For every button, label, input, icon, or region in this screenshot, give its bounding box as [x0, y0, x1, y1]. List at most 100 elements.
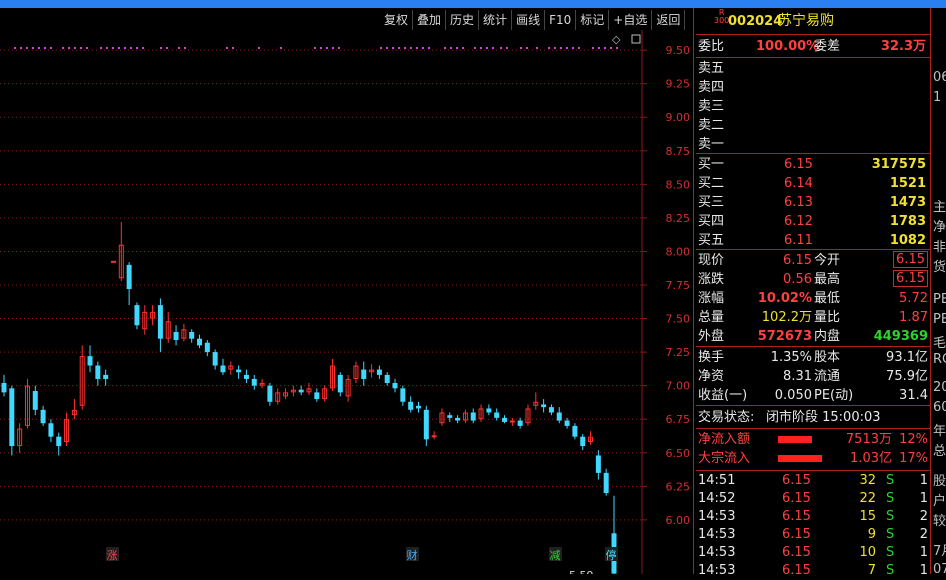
- event-dot: [610, 47, 612, 49]
- event-dot: [100, 47, 102, 49]
- candle-body: [126, 264, 132, 290]
- low-price-label: 5.59: [569, 569, 594, 574]
- event-dot: [416, 47, 418, 49]
- fuquan-button[interactable]: 复权: [380, 10, 414, 30]
- price-tick-label: 9.00: [666, 111, 691, 124]
- far-column-text: 20: [933, 380, 946, 395]
- event-dot: [124, 47, 126, 49]
- far-column-text: 净: [933, 220, 946, 235]
- price-tick-label: 6.50: [666, 447, 691, 460]
- back-button[interactable]: 返回: [652, 10, 686, 30]
- stat-label: 最高: [814, 272, 841, 287]
- event-dot: [520, 47, 522, 49]
- event-marker: 涨: [107, 549, 118, 562]
- sell-level-row: 卖一: [696, 135, 930, 154]
- far-column-text: 货: [933, 260, 946, 275]
- quote-stat-row: 现价 6.15 今开 6.15: [696, 251, 930, 270]
- buy-level-row: 买二 6.14 1521: [696, 174, 930, 193]
- fundamental-value: 75.9亿: [886, 369, 928, 384]
- candle-body: [204, 342, 210, 353]
- money-flow-bar: [778, 455, 822, 462]
- stat-label: 内盘: [814, 329, 841, 344]
- weibi-value: 100.00%: [756, 39, 820, 54]
- event-dot: [616, 47, 618, 49]
- event-marker: 财: [407, 548, 418, 562]
- panel-divider: [693, 8, 694, 574]
- price-tick-label: 6.25: [666, 480, 691, 493]
- tick-count: 1: [919, 563, 928, 578]
- kline-chart[interactable]: 9.50 9.25 9.00 8.75 8.50 8.25 8.00 7.75 7.50 7.25…: [0, 16, 693, 580]
- tick-side: S: [886, 509, 895, 524]
- add-watchlist-button[interactable]: +自选: [609, 10, 653, 30]
- tick-row: 14:53 6.15 10 S 1: [696, 544, 930, 562]
- quote-stat-row: 总量 102.2万 量比 1.87: [696, 308, 930, 327]
- candle-body: [103, 374, 109, 379]
- event-dot: [578, 47, 580, 49]
- tick-volume: 10: [859, 545, 876, 560]
- tick-price: 6.15: [782, 491, 811, 506]
- sell-level-row: 卖二: [696, 116, 930, 135]
- far-column-text: 主: [933, 200, 946, 215]
- event-dot: [160, 47, 162, 49]
- statistics-button[interactable]: 统计: [479, 10, 513, 30]
- trade-status-value: 闭市阶段 15:00:03: [766, 410, 881, 425]
- candle-body: [361, 369, 367, 379]
- candle-body: [384, 374, 390, 383]
- stat-value: 0.56: [783, 272, 812, 287]
- far-column-text: 较: [933, 514, 946, 529]
- event-dot: [118, 47, 120, 49]
- tick-side: S: [886, 491, 895, 506]
- candle-body: [1, 382, 7, 393]
- tick-row: 14:53 6.15 15 S 2: [696, 508, 930, 526]
- candle-body: [392, 382, 398, 389]
- f10-button[interactable]: F10: [545, 10, 577, 30]
- trade-status-row: 交易状态: 闭市阶段 15:00:03: [696, 408, 930, 427]
- event-dot: [166, 47, 168, 49]
- fundamental-label: 流通: [814, 369, 841, 384]
- fundamental-label: 收益(一): [698, 388, 748, 403]
- event-dot: [506, 47, 508, 49]
- buy-level-row: 买四 6.12 1783: [696, 212, 930, 231]
- quote-stat-row: 涨跌 0.56 最高 6.15: [696, 270, 930, 289]
- mark-button[interactable]: 标记: [576, 10, 610, 30]
- fundamental-row: 收益(一) 0.050 PE(动) 31.4: [696, 386, 930, 405]
- money-flow-bar: [778, 436, 812, 443]
- event-dot: [142, 47, 144, 49]
- event-dot: [38, 47, 40, 49]
- far-right-panel: 06 1 主净非货 PE PE 毛RO 20 60 年总股户较 7月 07: [931, 10, 946, 574]
- money-flow-label: 大宗流入: [698, 451, 751, 466]
- far-column-text: 总: [933, 444, 946, 459]
- price-tick-label: 6.00: [666, 514, 691, 527]
- event-dot: [44, 47, 46, 49]
- history-button[interactable]: 历史: [446, 10, 480, 30]
- buy-level-label: 买五: [698, 233, 725, 248]
- event-dot: [320, 47, 322, 49]
- separator: [696, 428, 930, 429]
- far-column-text: 股: [933, 474, 946, 489]
- stat-label: 外盘: [698, 329, 725, 344]
- tick-side: S: [886, 527, 895, 542]
- kline-chart-svg[interactable]: 9.50 9.25 9.00 8.75 8.50 8.25 8.00 7.75 7.50 7.25…: [0, 16, 693, 580]
- event-dot: [404, 47, 406, 49]
- price-tick-label: 7.50: [666, 313, 691, 326]
- tick-row: 14:53 6.15 9 S 2: [696, 526, 930, 544]
- buy-level-volume: 1521: [889, 176, 926, 191]
- price-tick-label: 7.25: [666, 346, 691, 359]
- event-dot: [604, 47, 606, 49]
- candle-body: [572, 425, 578, 437]
- candle-body: [400, 388, 406, 402]
- stat-label: 现价: [698, 253, 725, 268]
- event-dot: [428, 47, 430, 49]
- stat-value: 572673: [757, 329, 812, 344]
- candle-body: [486, 408, 492, 413]
- candle-body: [541, 404, 547, 408]
- buy-level-volume: 1783: [889, 214, 926, 229]
- draw-line-button[interactable]: 画线: [512, 10, 546, 30]
- candle-body: [243, 374, 249, 379]
- tick-price: 6.15: [782, 527, 811, 542]
- candle-body: [95, 365, 101, 379]
- price-tick-label: 7.00: [666, 380, 691, 393]
- overlay-button[interactable]: 叠加: [413, 10, 447, 30]
- far-column-text: PE: [933, 292, 946, 307]
- candle-body: [548, 407, 554, 413]
